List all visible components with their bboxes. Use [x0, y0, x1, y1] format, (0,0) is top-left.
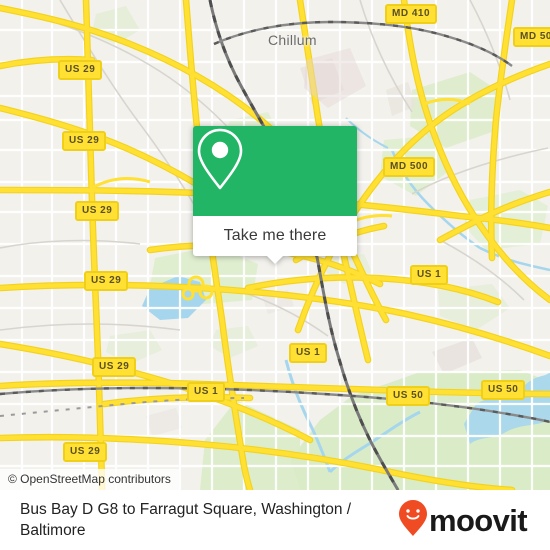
map-canvas[interactable]: Chillum MD 410 MD 500 US 29 US 29 US 29 …	[0, 0, 550, 490]
callout-action-panel[interactable]: Take me there	[193, 216, 357, 264]
road-shield: US 1	[187, 382, 226, 402]
road-shield: US 29	[75, 201, 120, 221]
road-shield: MD 500	[383, 157, 436, 177]
destination-callout[interactable]: Take me there	[193, 126, 357, 264]
osm-attribution[interactable]: © OpenStreetMap contributors	[0, 469, 179, 490]
moovit-wordmark: moovit	[429, 502, 528, 538]
footer-bar: Bus Bay D G8 to Farragut Square, Washing…	[0, 490, 550, 550]
road-shield: US 29	[84, 271, 129, 291]
road-shield: US 29	[92, 357, 137, 377]
screenshot-root: Chillum MD 410 MD 500 US 29 US 29 US 29 …	[0, 0, 550, 550]
road-shield: US 29	[58, 60, 103, 80]
road-shield: US 50	[386, 386, 431, 406]
callout-tail	[266, 255, 284, 264]
road-shield: US 50	[481, 380, 526, 400]
moovit-logo[interactable]: moovit	[398, 499, 541, 542]
route-title: Bus Bay D G8 to Farragut Square, Washing…	[20, 501, 352, 539]
road-shield: US 29	[62, 131, 107, 151]
callout-pin-panel	[193, 126, 357, 216]
road-shield: MD 410	[385, 4, 438, 24]
road-shield: US 29	[63, 442, 108, 462]
take-me-there-label: Take me there	[223, 227, 327, 244]
road-shield: US 1	[410, 265, 449, 285]
road-shield: MD 500	[513, 27, 550, 47]
road-shield: US 1	[289, 343, 328, 363]
moovit-smiley-pin-icon	[398, 499, 428, 542]
place-label-chillum: Chillum	[268, 32, 317, 48]
